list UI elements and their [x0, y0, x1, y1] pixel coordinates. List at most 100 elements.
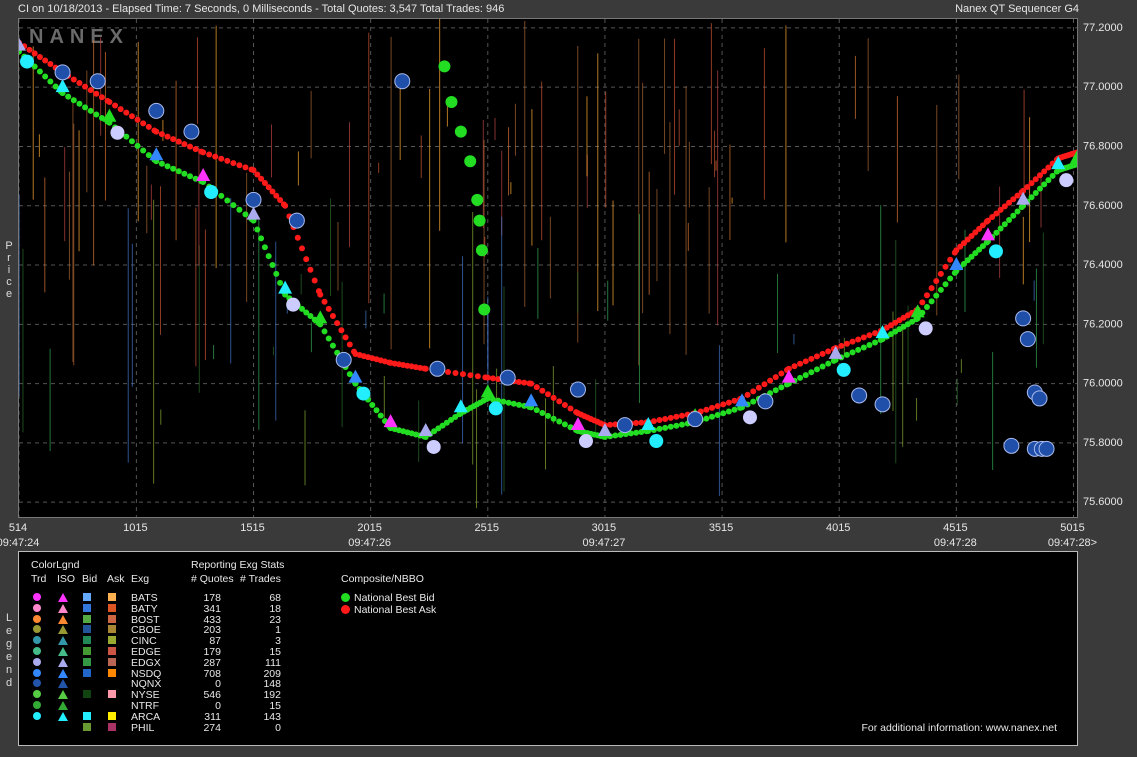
nbbo-point: [474, 373, 481, 380]
time-label: 09:47:28: [934, 537, 977, 549]
nbbo-point: [860, 334, 867, 341]
trade-triangle: [453, 399, 468, 413]
nbbo-point: [31, 50, 38, 57]
nbbo-point: [42, 57, 49, 64]
nbbo-point: [489, 375, 496, 382]
nbbo-point: [76, 80, 83, 87]
nbbo-point: [813, 353, 820, 360]
nbbo-point: [772, 387, 779, 394]
trade-circle: [742, 410, 757, 425]
trade-circle: [757, 393, 774, 410]
nbbo-point: [145, 123, 152, 130]
trade-circle: [426, 439, 441, 454]
col-bid: Bid: [82, 573, 98, 585]
nbbo-point: [303, 256, 310, 263]
trade-circle: [488, 401, 503, 416]
nbbo-point: [47, 78, 54, 85]
nbbo-point: [662, 415, 669, 422]
trade-circle: [874, 396, 891, 413]
nbbo-point: [550, 394, 557, 401]
nbbo-point: [942, 281, 949, 288]
nbbo-point: [36, 53, 43, 60]
nbbo-point: [42, 73, 49, 80]
nbbo-point: [667, 414, 674, 421]
nbbo-point: [128, 138, 135, 145]
y-tick-label: 77.2000: [1083, 22, 1123, 34]
bid-spike-point: [464, 155, 477, 168]
trade-count: 0: [275, 721, 281, 734]
nbbo-point: [254, 226, 261, 233]
nbbo-point: [230, 160, 237, 167]
trade-circle: [1003, 437, 1020, 454]
nbbo-point: [928, 285, 935, 292]
col-quotes: # Quotes: [191, 573, 234, 585]
trade-circle: [1015, 310, 1032, 327]
nbbo-point: [1032, 189, 1039, 196]
trade-circle: [110, 125, 125, 140]
nbbo-point: [808, 369, 815, 376]
trade-triangle: [570, 417, 585, 431]
nbbo-point: [539, 410, 546, 417]
nbbo-ask-entry: National Best Ask: [341, 604, 436, 616]
nbbo-point: [1041, 181, 1048, 188]
nbbo-point: [123, 109, 130, 116]
nbbo-point: [134, 142, 141, 149]
trade-circle: [288, 212, 305, 229]
nbbo-point: [261, 244, 268, 251]
y-tick-label: 76.8000: [1083, 140, 1123, 152]
exchange-row: EDGE 179 15: [31, 647, 331, 658]
nbbo-point: [633, 419, 640, 426]
nbbo-point: [106, 99, 113, 105]
nbbo-point: [937, 270, 944, 277]
exchange-name: PHIL: [131, 721, 155, 734]
nbbo-point: [731, 406, 738, 413]
nbbo-point: [377, 412, 384, 419]
nbbo-point: [369, 401, 376, 408]
exchange-row: NTRF 0 15: [31, 701, 331, 712]
trade-triangle: [480, 384, 495, 398]
nbbo-point: [855, 336, 862, 343]
nbbo-point: [703, 415, 710, 422]
nbbo-point: [224, 197, 231, 204]
nbbo-point: [170, 136, 177, 143]
nbbo-point: [533, 407, 540, 414]
x-tick-label: 3515: [709, 522, 733, 534]
y-tick-label: 76.0000: [1083, 378, 1123, 390]
nbbo-point: [708, 413, 715, 420]
nbbo-point: [93, 111, 100, 118]
trade-circle: [204, 185, 219, 200]
nbbo-point: [187, 143, 194, 150]
nbbo-point: [813, 366, 820, 373]
x-tick-label: 2515: [475, 522, 499, 534]
nbbo-point: [667, 423, 674, 430]
nbbo-point: [673, 422, 680, 429]
trade-circle: [569, 381, 586, 398]
trade-circle: [1019, 331, 1036, 348]
nbbo-point: [521, 379, 528, 386]
x-tick-label: 3015: [592, 522, 616, 534]
nbbo-point: [849, 338, 856, 345]
nbbo-point: [1014, 208, 1021, 215]
x-tick-label: 1015: [123, 522, 147, 534]
nbbo-point: [703, 406, 710, 413]
col-trd: Trd: [31, 573, 47, 585]
nbbo-point: [612, 432, 619, 439]
legend-side-label: Legend: [5, 612, 13, 689]
nbbo-point: [47, 61, 54, 68]
stats-title: Reporting Exg Stats: [191, 559, 285, 571]
nbbo-point: [528, 380, 535, 387]
nbbo-point: [321, 298, 328, 305]
nbbo-point: [561, 421, 568, 428]
nbbo-point: [117, 106, 124, 113]
footer-info: For additional information: www.nanex.ne…: [861, 722, 1057, 734]
nbbo-point: [212, 153, 219, 160]
nbbo-point: [849, 349, 856, 356]
x-tick-label: 5015: [1060, 522, 1084, 534]
bid-spike-point: [473, 214, 486, 227]
nbbo-point: [772, 374, 779, 381]
time-label: 09:47:24: [0, 537, 39, 549]
composite-title: Composite/NBBO: [341, 573, 424, 585]
trade-circle: [245, 191, 262, 208]
nbbo-point: [65, 93, 72, 100]
trade-circle: [1038, 440, 1055, 457]
